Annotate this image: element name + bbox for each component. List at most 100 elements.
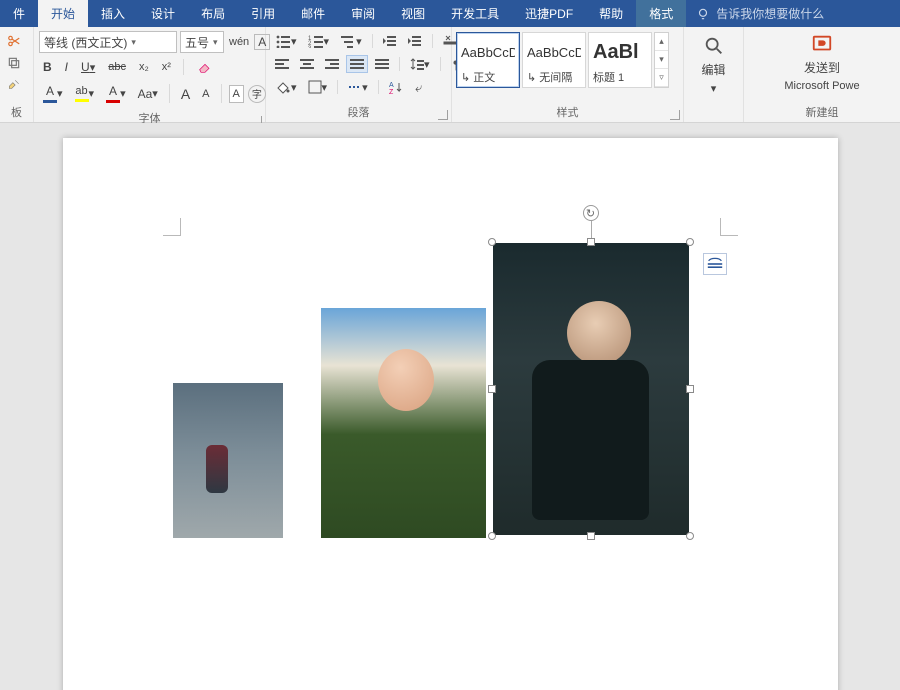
- format-painter-button[interactable]: [2, 75, 26, 95]
- resize-handle-br[interactable]: [686, 532, 694, 540]
- tab-file[interactable]: 件: [0, 0, 38, 27]
- style-heading-1[interactable]: AaBl 标题 1: [588, 32, 652, 88]
- tab-review[interactable]: 审阅: [338, 0, 388, 27]
- shading-button[interactable]: ▾: [271, 77, 301, 97]
- align-left-icon: [275, 58, 289, 70]
- tab-format[interactable]: 格式: [636, 0, 686, 27]
- rotate-handle[interactable]: [583, 205, 599, 221]
- svg-text:Z: Z: [389, 89, 394, 94]
- toggle-formatting-marks-button[interactable]: ⤶: [410, 77, 432, 97]
- subscript-button[interactable]: x₂: [135, 58, 153, 76]
- font-color-button[interactable]: A▾: [39, 81, 67, 106]
- inserted-image-1[interactable]: [173, 383, 283, 538]
- tab-developer[interactable]: 开发工具: [438, 0, 512, 27]
- align-left-button[interactable]: [271, 55, 293, 73]
- align-distribute-icon: [375, 58, 389, 70]
- font-size-combo[interactable]: 五号▾: [180, 31, 224, 53]
- group-clipboard: 板: [0, 27, 34, 122]
- svg-text:⤶: ⤶: [415, 80, 423, 94]
- text-color-button[interactable]: A▾: [102, 81, 130, 106]
- selected-image-container[interactable]: [493, 243, 689, 535]
- grow-font-button[interactable]: A: [177, 83, 194, 105]
- highlight-button[interactable]: ab▾: [71, 82, 99, 105]
- borders-button[interactable]: ▾: [304, 77, 332, 97]
- resize-handle-b[interactable]: [587, 532, 595, 540]
- styles-gallery-scroll[interactable]: ▴ ▾ ▿: [654, 32, 669, 88]
- styles-scroll-down[interactable]: ▾: [655, 51, 668, 69]
- tab-view[interactable]: 视图: [388, 0, 438, 27]
- scissors-icon: [6, 34, 22, 48]
- svg-text:A: A: [389, 82, 394, 89]
- tab-xunjiepdf[interactable]: 迅捷PDF: [512, 0, 586, 27]
- lightbulb-icon: [696, 7, 710, 21]
- increase-indent-button[interactable]: [404, 31, 426, 51]
- layout-options-button[interactable]: [703, 253, 727, 275]
- strikethrough-button[interactable]: abc: [104, 58, 130, 76]
- resize-handle-l[interactable]: [488, 385, 496, 393]
- align-justify-button[interactable]: [346, 55, 368, 73]
- line-spacing-button[interactable]: ▾: [406, 54, 434, 74]
- tab-design[interactable]: 设计: [138, 0, 188, 27]
- tab-mailings[interactable]: 邮件: [288, 0, 338, 27]
- group-label-styles: 样式: [452, 104, 683, 122]
- outdent-icon: [383, 34, 397, 48]
- resize-handle-bl[interactable]: [488, 532, 496, 540]
- numbering-button[interactable]: 123▾: [304, 31, 334, 51]
- multilevel-list-button[interactable]: ▾: [336, 31, 366, 51]
- phonetic-guide-button[interactable]: wén: [225, 33, 253, 51]
- group-font: 等线 (西文正文)▾ 五号▾ wén A B I U▾ abc x₂ x² A▾…: [34, 27, 266, 122]
- style-no-spacing[interactable]: AaBbCcDd ↳ 无间隔: [522, 32, 586, 88]
- page[interactable]: [63, 138, 838, 690]
- tab-insert[interactable]: 插入: [88, 0, 138, 27]
- tab-home[interactable]: 开始: [38, 0, 88, 27]
- character-shading-button[interactable]: A: [229, 85, 244, 103]
- group-label-editing: [684, 108, 743, 122]
- align-center-icon: [300, 58, 314, 70]
- find-icon: [703, 35, 725, 57]
- align-right-button[interactable]: [321, 55, 343, 73]
- font-family-combo[interactable]: 等线 (西文正文)▾: [39, 31, 177, 53]
- sort-button[interactable]: AZ: [385, 77, 407, 97]
- paint-bucket-icon: [275, 80, 291, 94]
- italic-button[interactable]: I: [61, 57, 72, 77]
- tell-me-search[interactable]: 告诉我你想要做什么: [686, 5, 834, 22]
- resize-handle-r[interactable]: [686, 385, 694, 393]
- copy-button[interactable]: [2, 53, 26, 73]
- bold-button[interactable]: B: [39, 57, 56, 77]
- sort-icon: AZ: [389, 80, 403, 94]
- dialog-launcher-icon[interactable]: [670, 110, 680, 120]
- enclose-characters-button[interactable]: 字: [248, 85, 266, 103]
- send-to-powerpoint-button[interactable]: 发送到 Microsoft Powe: [772, 33, 872, 92]
- tab-help[interactable]: 帮助: [586, 0, 636, 27]
- styles-scroll-up[interactable]: ▴: [655, 33, 668, 51]
- underline-button[interactable]: U▾: [77, 57, 99, 77]
- decrease-indent-button[interactable]: [379, 31, 401, 51]
- superscript-button[interactable]: x²: [158, 58, 175, 76]
- clear-formatting-button[interactable]: [192, 56, 218, 78]
- align-center-button[interactable]: [296, 55, 318, 73]
- list-bullets-icon: [275, 34, 291, 48]
- styles-expand[interactable]: ▿: [655, 69, 668, 87]
- style-normal[interactable]: AaBbCcDd ↳ 正文: [456, 32, 520, 88]
- inserted-image-3[interactable]: [493, 243, 689, 535]
- snap-to-grid-button[interactable]: ▾: [344, 77, 372, 97]
- document-canvas[interactable]: [0, 123, 900, 690]
- editing-label: 编辑: [701, 61, 725, 78]
- shrink-font-button[interactable]: A: [198, 85, 213, 103]
- resize-handle-tl[interactable]: [488, 238, 496, 246]
- grid-icon: [348, 80, 362, 94]
- editing-button[interactable]: 编辑 ▾: [688, 35, 739, 95]
- change-case-button[interactable]: Aa▾: [134, 84, 162, 104]
- distribute-button[interactable]: [371, 55, 393, 73]
- inserted-image-2[interactable]: [321, 308, 486, 538]
- tab-layout[interactable]: 布局: [188, 0, 238, 27]
- dialog-launcher-icon[interactable]: [438, 110, 448, 120]
- tab-references[interactable]: 引用: [238, 0, 288, 27]
- bullets-button[interactable]: ▾: [271, 31, 301, 51]
- group-newgroup: 发送到 Microsoft Powe 新建组: [744, 27, 900, 122]
- cut-button[interactable]: [2, 31, 26, 51]
- eraser-icon: [196, 59, 214, 75]
- layout-options-icon: [707, 257, 723, 271]
- resize-handle-t[interactable]: [587, 238, 595, 246]
- resize-handle-tr[interactable]: [686, 238, 694, 246]
